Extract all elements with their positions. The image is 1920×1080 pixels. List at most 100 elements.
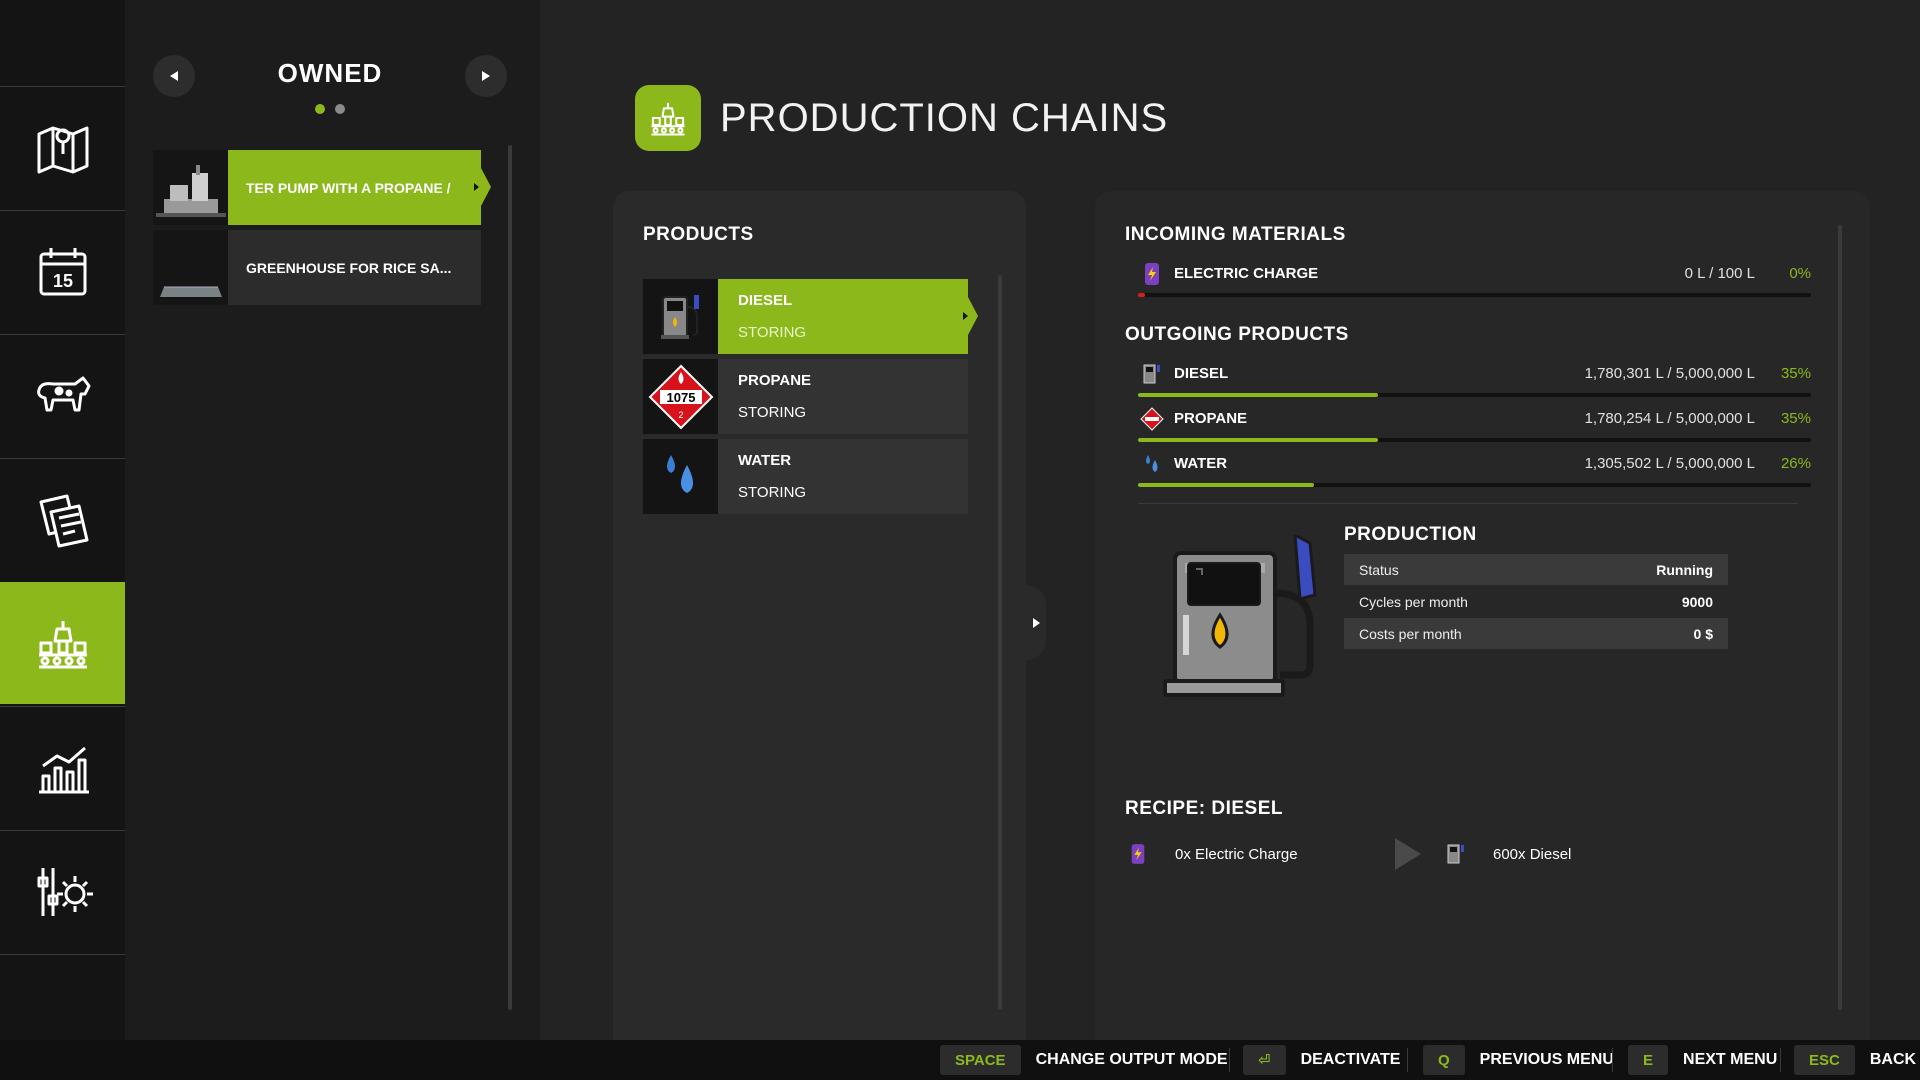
stat-label: Costs per month [1359, 626, 1462, 642]
contracts-icon [39, 494, 88, 547]
action-next-menu[interactable]: E NEXT MENU [1628, 1045, 1777, 1075]
stat-label: Status [1359, 562, 1399, 578]
products-heading: PRODUCTS [643, 224, 754, 245]
key-hint: SPACE [940, 1045, 1021, 1075]
nav-calendar[interactable]: 15 [0, 210, 125, 332]
material-amount: 1,780,301 L / 5,000,000 L [1584, 365, 1755, 382]
diesel-pump-icon [643, 279, 718, 354]
hazard-class: 2 [678, 410, 683, 420]
details-scrollbar[interactable] [1838, 225, 1842, 1010]
material-amount: 1,780,254 L / 5,000,000 L [1584, 410, 1755, 427]
fill-bar-level [1138, 483, 1314, 487]
arrow-right-icon [482, 71, 490, 81]
page-dot[interactable] [335, 104, 345, 114]
building-thumbnail [153, 230, 228, 305]
action-label: BACK [1869, 1051, 1917, 1068]
separator [1407, 1048, 1408, 1072]
diesel-pump-illustration-icon [1150, 532, 1340, 705]
action-label: CHANGE OUTPUT MODE [1035, 1051, 1228, 1068]
owned-next-button[interactable] [465, 55, 507, 97]
action-previous-menu[interactable]: Q PREVIOUS MENU [1423, 1045, 1614, 1075]
material-name: ELECTRIC CHARGE [1174, 265, 1319, 282]
action-label: DEACTIVATE [1300, 1051, 1401, 1068]
material-name: WATER [1174, 455, 1228, 472]
electric-charge-icon [1138, 260, 1166, 288]
material-percent: 0% [1789, 265, 1811, 282]
recipe-arrow-icon [1395, 838, 1421, 870]
incoming-row-electric-charge: ELECTRIC CHARGE 0 L / 100 L 0% [1138, 260, 1811, 300]
product-mode: STORING [738, 483, 807, 501]
section-divider [1138, 503, 1798, 504]
product-item-water[interactable]: WATER STORING [643, 439, 968, 514]
separator [1612, 1048, 1613, 1072]
action-back[interactable]: ESC BACK [1794, 1045, 1916, 1075]
arrow-left-icon [170, 71, 178, 81]
side-navigation: 15 [0, 0, 137, 1040]
nav-bottom-divider [0, 954, 125, 955]
incoming-heading: INCOMING MATERIALS [1125, 224, 1346, 245]
game-menu-screen: 15 OWNED TER PUMP WITH A PROPANE / GREEN… [0, 0, 1920, 1080]
page-dot-active[interactable] [315, 104, 325, 114]
key-hint: ESC [1794, 1045, 1855, 1075]
material-percent: 35% [1780, 410, 1811, 427]
calendar-icon: 15 [39, 247, 86, 295]
nav-map[interactable] [0, 86, 125, 208]
nav-production[interactable] [0, 582, 137, 704]
map-icon [37, 126, 88, 173]
water-icon [1138, 450, 1166, 478]
water-drops-icon [643, 439, 718, 514]
stat-value: 9000 [1681, 594, 1713, 610]
recipe-input: 0x Electric Charge [1125, 839, 1298, 869]
collapse-panel-tab[interactable] [1026, 585, 1046, 660]
outgoing-heading: OUTGOING PRODUCTS [1125, 324, 1349, 345]
stat-status: Status Running [1344, 554, 1728, 585]
stat-value: Running [1656, 562, 1713, 578]
owned-item-water-pump[interactable]: TER PUMP WITH A PROPANE / [153, 150, 491, 225]
outgoing-row-water: WATER 1,305,502 L / 5,000,000 L 26% [1138, 450, 1811, 490]
material-amount: 1,305,502 L / 5,000,000 L [1584, 455, 1755, 472]
material-percent: 26% [1780, 455, 1811, 472]
action-label: NEXT MENU [1683, 1051, 1778, 1068]
stat-value: 0 $ [1693, 626, 1713, 642]
recipe-output-label: 600x Diesel [1493, 845, 1572, 863]
action-deactivate[interactable]: ⏎ DEACTIVATE [1243, 1045, 1400, 1075]
stat-costs-per-month: Costs per month 0 $ [1344, 618, 1728, 649]
page-title: PRODUCTION CHAINS [720, 96, 1169, 140]
separator [1229, 1048, 1230, 1072]
fill-bar [1138, 393, 1811, 397]
statistics-icon [38, 746, 89, 793]
nav-statistics[interactable] [0, 706, 125, 828]
material-amount: 0 L / 100 L [1684, 265, 1755, 282]
building-thumbnail [153, 150, 228, 225]
product-name: PROPANE [738, 371, 812, 389]
products-scrollbar[interactable] [998, 275, 1002, 1010]
fill-bar-level [1138, 438, 1378, 442]
product-item-propane[interactable]: 1075 2 PROPANE STORING [643, 359, 968, 434]
arrow-right-icon [1032, 617, 1040, 628]
owned-prev-button[interactable] [153, 55, 195, 97]
fill-bar [1138, 293, 1811, 297]
fill-bar [1138, 483, 1811, 487]
product-name: WATER [738, 451, 792, 469]
production-icon [38, 621, 87, 669]
nav-settings[interactable] [0, 830, 125, 952]
settings-sliders-icon [37, 867, 93, 916]
product-item-diesel[interactable]: DIESEL STORING [643, 279, 978, 354]
stat-cycles-per-month: Cycles per month 9000 [1344, 586, 1728, 617]
nav-contracts[interactable] [0, 458, 125, 580]
diesel-icon [1138, 360, 1166, 388]
product-mode: STORING [738, 323, 807, 341]
nav-animals[interactable] [0, 334, 125, 456]
propane-hazard-icon: 1075 2 [643, 359, 718, 434]
stat-label: Cycles per month [1359, 594, 1468, 610]
product-name: DIESEL [738, 291, 793, 309]
material-name: DIESEL [1174, 365, 1229, 382]
hazard-number: 1075 [666, 390, 695, 405]
diesel-icon [1443, 841, 1469, 867]
cow-icon [36, 376, 90, 411]
recipe-heading: RECIPE: DIESEL [1125, 798, 1283, 819]
key-hint: Q [1423, 1045, 1465, 1075]
owned-item-greenhouse[interactable]: GREENHOUSE FOR RICE SA... [153, 230, 481, 305]
owned-scrollbar[interactable] [508, 145, 512, 1010]
action-change-output-mode[interactable]: SPACE CHANGE OUTPUT MODE [940, 1045, 1228, 1075]
